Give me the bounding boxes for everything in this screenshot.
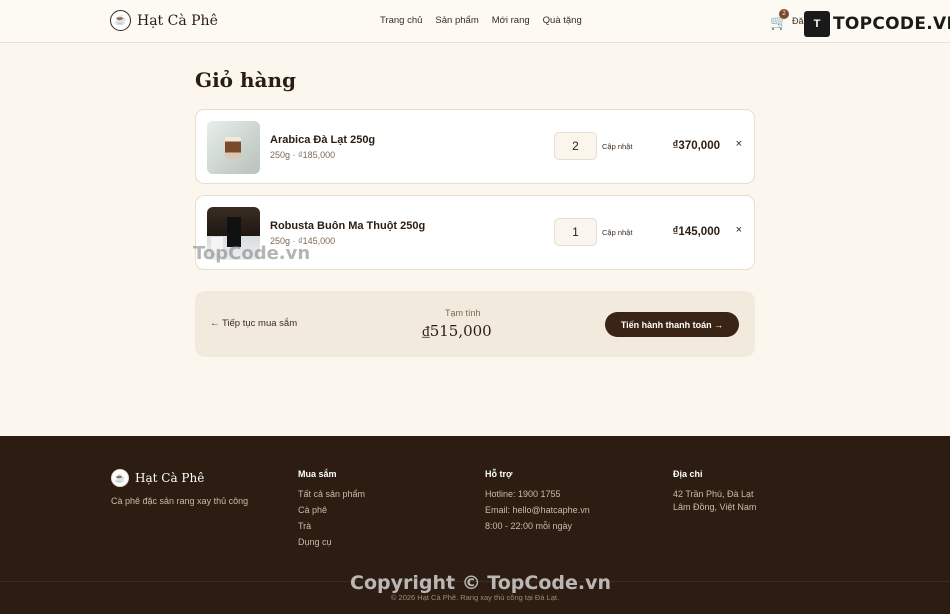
footer-link[interactable]: Tất cả sản phẩm bbox=[298, 489, 365, 500]
item-meta: 250g · ₫185,000 bbox=[270, 150, 336, 160]
footer-address-line: 42 Trần Phú, Đà Lạt bbox=[673, 489, 754, 499]
topcode-logo-icon: T bbox=[804, 11, 830, 37]
continue-shopping-link[interactable]: ← Tiếp tục mua sắm bbox=[210, 318, 297, 329]
footer-support-column: Hỗ trợ Hotline: 1900 1755 Email: hello@h… bbox=[485, 469, 590, 537]
footer-shop-column: Mua sắm Tất cả sản phẩm Cà phê Trà Dụng … bbox=[298, 469, 365, 553]
topcode-copyright-watermark: Copyright © TopCode.vn bbox=[350, 572, 612, 594]
remove-icon[interactable]: × bbox=[736, 224, 742, 236]
brand-link[interactable]: ☕ Hạt Cà Phê bbox=[110, 10, 218, 31]
update-button[interactable]: Cập nhật bbox=[602, 142, 632, 151]
main-nav: Trang chủ Sản phẩm Mới rang Quà tặng bbox=[380, 15, 582, 26]
topcode-logo-text: TOPCODE.VN bbox=[833, 14, 950, 34]
footer-address-line: Lâm Đồng, Việt Nam bbox=[673, 502, 757, 512]
footer-link[interactable]: Trà bbox=[298, 521, 365, 532]
page-title: Giỏ hàng bbox=[195, 68, 297, 92]
item-total: ₫370,000 bbox=[672, 140, 720, 152]
topcode-watermark-logo: T TOPCODE.VN bbox=[804, 11, 950, 37]
checkout-button[interactable]: Tiến hành thanh toán → bbox=[605, 312, 739, 337]
product-image[interactable] bbox=[207, 121, 260, 174]
nav-home[interactable]: Trang chủ bbox=[380, 15, 422, 26]
footer-tagline: Cà phê đặc sản rang xay thủ công bbox=[111, 496, 249, 506]
cart-item: Arabica Đà Lạt 250g 250g · ₫185,000 Cập … bbox=[195, 109, 755, 184]
footer-hours: 8:00 - 22:00 mỗi ngày bbox=[485, 521, 573, 531]
footer-support-title: Hỗ trợ bbox=[485, 469, 513, 479]
nav-new-roast[interactable]: Mới rang bbox=[492, 15, 530, 26]
footer-email[interactable]: Email: hello@hatcaphe.vn bbox=[485, 505, 590, 516]
footer-link[interactable]: Cà phê bbox=[298, 505, 365, 516]
brand-name: Hạt Cà Phê bbox=[137, 12, 218, 29]
cart-summary: ← Tiếp tục mua sắm Tạm tính ₫515,000 Tiế… bbox=[195, 291, 755, 357]
nav-products[interactable]: Sản phẩm bbox=[435, 15, 478, 26]
footer-address-title: Địa chỉ bbox=[673, 469, 703, 479]
nav-gifts[interactable]: Quà tặng bbox=[543, 15, 582, 26]
subtotal-label: Tạm tính bbox=[445, 308, 481, 318]
item-name[interactable]: Arabica Đà Lạt 250g bbox=[270, 134, 375, 146]
footer-shop-title: Mua sắm bbox=[298, 469, 337, 479]
quantity-input[interactable] bbox=[554, 132, 597, 160]
remove-icon[interactable]: × bbox=[736, 138, 742, 150]
footer-link[interactable]: Dụng cụ bbox=[298, 537, 365, 548]
footer-brand-name: Hạt Cà Phê bbox=[135, 471, 205, 485]
subtotal-value: ₫515,000 bbox=[422, 322, 492, 340]
site-header: ☕ Hạt Cà Phê Trang chủ Sản phẩm Mới rang… bbox=[0, 0, 950, 43]
quantity-input[interactable] bbox=[554, 218, 597, 246]
topcode-watermark-text: TopCode.vn bbox=[193, 243, 311, 264]
update-button[interactable]: Cập nhật bbox=[602, 228, 632, 237]
item-total: ₫145,000 bbox=[672, 226, 720, 238]
login-link[interactable]: Đă bbox=[792, 16, 804, 26]
item-name[interactable]: Robusta Buôn Ma Thuột 250g bbox=[270, 220, 425, 232]
footer-brand[interactable]: ☕ Hạt Cà Phê bbox=[111, 469, 204, 487]
footer-address-column: Địa chỉ 42 Trần Phú, Đà Lạt Lâm Đồng, Vi… bbox=[673, 469, 756, 518]
cart-count-badge: 2 bbox=[779, 9, 789, 19]
coffee-cup-icon: ☕ bbox=[110, 10, 131, 31]
footer-hotline[interactable]: Hotline: 1900 1755 bbox=[485, 489, 590, 500]
coffee-cup-icon: ☕ bbox=[111, 469, 129, 487]
footer-copyright: © 2026 Hạt Cà Phê. Rang xay thủ công tại… bbox=[390, 593, 560, 602]
